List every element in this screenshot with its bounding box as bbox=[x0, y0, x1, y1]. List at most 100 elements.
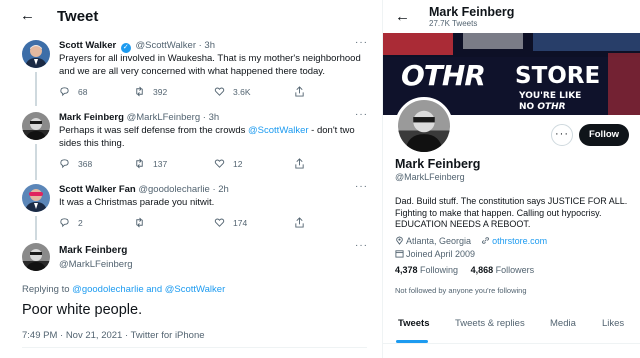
tweet-actions: 2 174 bbox=[59, 217, 359, 231]
banner-slogan-brand: OTHR bbox=[537, 102, 566, 112]
reply-count: 2 bbox=[78, 217, 83, 228]
more-options-icon[interactable]: ··· bbox=[355, 37, 368, 48]
retweet-count: 137 bbox=[153, 158, 168, 169]
author-name[interactable]: Mark Feinberg bbox=[59, 112, 124, 123]
tweet-time[interactable]: · 3h bbox=[199, 40, 215, 51]
replying-prefix: Replying to bbox=[22, 284, 73, 295]
like-button[interactable]: 174 bbox=[214, 217, 247, 228]
tweet-text: It was a Christmas parade you nitwit. bbox=[59, 197, 215, 208]
retweet-icon bbox=[136, 158, 143, 169]
author-handle[interactable]: @MarkLFeinberg bbox=[59, 259, 133, 270]
banner-brand: OTHR bbox=[401, 59, 486, 92]
author-handle[interactable]: @ScottWalker bbox=[135, 40, 196, 51]
main-tweet-text: Poor white people. bbox=[22, 302, 143, 318]
profile-website-link[interactable]: othrstore.com bbox=[492, 236, 547, 246]
profile-header: ← Mark Feinberg 27.7K Tweets bbox=[383, 0, 640, 32]
tab-likes[interactable]: Likes bbox=[602, 318, 624, 329]
tweet-actions: 68 392 3.6K bbox=[59, 86, 359, 100]
tweet-header-line: Mark Feinberg @MarkLFeinberg · 3h bbox=[59, 112, 219, 123]
share-icon bbox=[295, 217, 304, 228]
more-options-icon[interactable]: ··· bbox=[355, 181, 368, 192]
tweet-thread-pane: ← Tweet Scott Walker ✓ @ScottWalker · 3h… bbox=[0, 0, 380, 358]
heart-icon bbox=[214, 218, 225, 227]
author-handle[interactable]: @MarkLFeinberg bbox=[127, 112, 201, 123]
reply-button[interactable]: 368 bbox=[59, 158, 92, 169]
tweet-text-part: Perhaps it was self defense from the cro… bbox=[59, 125, 249, 136]
location-pin-icon bbox=[396, 236, 403, 245]
retweet-count: 392 bbox=[153, 86, 168, 97]
profile-pane: ← Mark Feinberg 27.7K Tweets OTHR STORE … bbox=[382, 0, 640, 358]
replying-to: Replying to @goodolecharlie and @ScottWa… bbox=[22, 284, 225, 295]
reply-icon bbox=[60, 218, 69, 228]
retweet-button[interactable]: 137 bbox=[134, 158, 167, 169]
replying-mentions[interactable]: @goodolecharlie and @ScottWalker bbox=[72, 284, 225, 295]
tweet-text: Prayers for all involved in Waukesha. Th… bbox=[59, 53, 361, 77]
tweet-text: Perhaps it was self defense from the cro… bbox=[59, 124, 369, 150]
author-name[interactable]: Scott Walker Fan bbox=[59, 184, 136, 195]
following-link[interactable]: 4,378 Following bbox=[395, 265, 458, 275]
profile-name: Mark Feinberg bbox=[395, 157, 481, 171]
author-name[interactable]: Scott Walker bbox=[59, 40, 116, 51]
followers-label: Followers bbox=[495, 265, 535, 275]
retweet-button[interactable] bbox=[134, 217, 153, 228]
followers-link[interactable]: 4,868 Followers bbox=[471, 265, 535, 275]
banner-store: STORE bbox=[515, 63, 601, 89]
mention-link[interactable]: @ScottWalker bbox=[248, 125, 309, 136]
like-count: 174 bbox=[233, 217, 248, 228]
thread-line bbox=[35, 144, 37, 180]
back-arrow-icon[interactable]: ← bbox=[20, 7, 35, 24]
tab-tweets-and-replies[interactable]: Tweets & replies bbox=[455, 318, 525, 329]
share-icon bbox=[295, 86, 304, 97]
reply-count: 68 bbox=[78, 86, 88, 97]
following-label: Following bbox=[420, 265, 459, 275]
avatar[interactable] bbox=[22, 184, 50, 212]
profile-info-line: Atlanta, Georgia othrstore.com bbox=[395, 236, 547, 246]
reply-icon bbox=[60, 159, 69, 169]
author-handle[interactable]: @goodolecharlie bbox=[138, 184, 209, 195]
following-count: 4,378 bbox=[395, 265, 418, 275]
tweet-timestamp[interactable]: 7:49 PM · Nov 21, 2021 · Twitter for iPh… bbox=[22, 330, 205, 341]
more-options-icon[interactable]: ··· bbox=[355, 109, 368, 120]
tweet-header: ← Tweet bbox=[0, 0, 380, 34]
follow-stats: 4,378 Following 4,868 Followers bbox=[395, 265, 534, 275]
profile-joined: Joined April 2009 bbox=[406, 249, 476, 259]
profile-tabs: Tweets Tweets & replies Media Likes bbox=[383, 312, 640, 344]
profile-avatar[interactable] bbox=[395, 97, 453, 155]
tweet-count: 27.7K Tweets bbox=[429, 19, 478, 28]
banner-slogan-line2: NO OTHR bbox=[519, 102, 566, 112]
retweet-button[interactable]: 392 bbox=[134, 86, 167, 97]
profile-bio: Dad. Build stuff. The constitution says … bbox=[395, 196, 628, 229]
author-name[interactable]: Mark Feinberg bbox=[59, 245, 127, 256]
tabs-divider bbox=[383, 343, 640, 344]
heart-icon bbox=[214, 159, 225, 168]
tab-tweets[interactable]: Tweets bbox=[398, 318, 430, 329]
back-arrow-icon[interactable]: ← bbox=[395, 8, 410, 25]
share-button[interactable] bbox=[294, 217, 305, 228]
avatar[interactable] bbox=[22, 243, 50, 271]
like-count: 3.6K bbox=[233, 86, 251, 97]
more-options-button[interactable]: ··· bbox=[551, 124, 573, 146]
more-options-icon[interactable]: ··· bbox=[355, 240, 368, 251]
reply-button[interactable]: 2 bbox=[59, 217, 83, 228]
heart-icon bbox=[214, 87, 225, 96]
like-count: 12 bbox=[233, 158, 243, 169]
share-button[interactable] bbox=[294, 158, 305, 169]
tab-media[interactable]: Media bbox=[550, 318, 576, 329]
not-followed-note: Not followed by anyone you're following bbox=[395, 286, 527, 295]
reply-icon bbox=[60, 87, 69, 97]
avatar[interactable] bbox=[22, 112, 50, 140]
like-button[interactable]: 12 bbox=[214, 158, 242, 169]
followers-count: 4,868 bbox=[470, 265, 494, 275]
profile-handle: @MarkLFeinberg bbox=[395, 172, 465, 182]
tweet-time[interactable]: · 2h bbox=[212, 184, 228, 195]
thread-line bbox=[35, 72, 37, 106]
reply-button[interactable]: 68 bbox=[59, 86, 87, 97]
share-button[interactable] bbox=[294, 86, 305, 97]
like-button[interactable]: 3.6K bbox=[214, 86, 251, 97]
tweet-time[interactable]: · 3h bbox=[203, 112, 219, 123]
follow-button[interactable]: Follow bbox=[579, 124, 629, 146]
page-title: Tweet bbox=[57, 8, 99, 25]
avatar[interactable] bbox=[22, 40, 50, 68]
calendar-icon bbox=[395, 250, 404, 258]
tweet-actions: 368 137 12 bbox=[59, 158, 359, 172]
